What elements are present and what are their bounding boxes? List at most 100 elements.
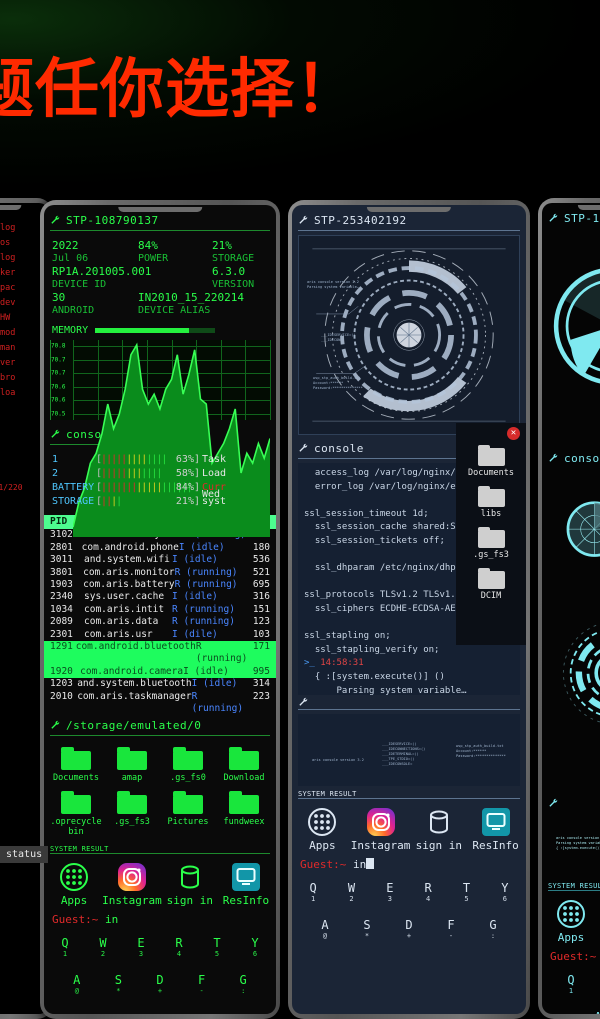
key-letter: Q	[294, 881, 332, 895]
folder-label: Documents	[458, 468, 524, 478]
folder-label: libs	[458, 509, 524, 519]
onscreen-keyboard[interactable]: Q1W2E3R4T5Y6 A@S*D+F-G:	[44, 928, 276, 1000]
cell-pri: 314	[249, 678, 270, 690]
file-folder-item[interactable]: Documents	[48, 742, 104, 786]
key-G[interactable]: G:	[472, 918, 514, 941]
table-row[interactable]: 2340sys.user.cacheI (idle)316	[44, 591, 276, 603]
cell-pri: 536	[244, 554, 270, 566]
terminal-prompt[interactable]: Guest:~ in	[44, 909, 276, 928]
key-Q[interactable]: Q1	[46, 936, 84, 959]
key-A[interactable]: A@	[56, 973, 98, 996]
overlay-folder-item[interactable]: DCIM	[456, 560, 526, 601]
keyboard-row-1[interactable]: Q1W2E3R4T5Y6	[294, 881, 524, 904]
table-row[interactable]: 1903com.aris.batteryR (running)695	[44, 579, 276, 591]
cell-package: sys.user.cache	[84, 591, 172, 603]
key-T[interactable]: T5	[198, 936, 236, 959]
file-overlay-panel[interactable]: ✕ Documents libs.gs_fs3DCIM	[456, 423, 526, 645]
table-row[interactable]: 2801com.android.phoneI (idle)180	[44, 542, 276, 554]
key-R[interactable]: R4	[409, 881, 447, 904]
table-row[interactable]: 1203and.system.bluetoothI (idle)314	[44, 678, 276, 690]
onscreen-keyboard[interactable]: Q1W2E3R4T5Y6 A@S*D+F-G:	[292, 873, 526, 945]
key-F[interactable]: F-	[430, 918, 472, 941]
key-A[interactable]: A@	[304, 918, 346, 941]
cell-pid: 2801	[50, 542, 82, 554]
keyboard-row-1[interactable]: Q1W2	[544, 973, 600, 996]
key-D[interactable]: D+	[139, 973, 181, 996]
overlay-folder-item[interactable]: libs	[456, 478, 526, 519]
key-E[interactable]: E3	[122, 936, 160, 959]
key-letter: R	[160, 936, 198, 950]
overlay-folder-item[interactable]: .gs_fs3	[456, 519, 526, 560]
dock-app-instagram[interactable]: Instagram	[102, 862, 162, 907]
key-S[interactable]: S*	[346, 918, 388, 941]
dock-app-apps[interactable]: Apps	[294, 807, 351, 852]
resource-bar-row: 1[|||||||||||||63%]Task	[52, 453, 270, 467]
key-Q[interactable]: Q1	[544, 973, 598, 996]
key-S[interactable]: S*	[98, 973, 140, 996]
file-folder-item[interactable]: .gs_fs0	[160, 742, 216, 786]
table-row[interactable]: 1920com.android.cameraI (idle)995	[44, 666, 276, 678]
file-folder-item[interactable]: Download	[216, 742, 272, 786]
table-row[interactable]: 2089com.aris.dataR (running)123	[44, 616, 276, 628]
key-D[interactable]: D+	[388, 918, 430, 941]
file-folder-item[interactable]: amap	[104, 742, 160, 786]
key-Y[interactable]: Y6	[486, 881, 524, 904]
system-result-label: SYSTEM RESULT	[44, 844, 276, 853]
key-letter: A	[304, 918, 346, 932]
file-folder-item[interactable]: .oprecyclebin	[48, 786, 104, 840]
keyboard-row-2[interactable]: A@	[544, 1010, 600, 1014]
dock-app-apps[interactable]: Apps	[46, 862, 102, 907]
file-folder-item[interactable]: Pictures	[160, 786, 216, 840]
dock-app-apps[interactable]: Apps	[544, 899, 598, 944]
device-date: Jul 06	[52, 252, 138, 265]
keyboard-row-1[interactable]: Q1W2E3R4T5Y6	[46, 936, 274, 959]
key-E[interactable]: E3	[371, 881, 409, 904]
dock-app-resinfo[interactable]: ResInfo	[467, 807, 524, 852]
key-sub: -	[430, 932, 472, 941]
terminal-prompt[interactable]: Guest:~ in	[292, 854, 526, 873]
key-A[interactable]: A@	[554, 1010, 600, 1014]
table-row[interactable]: 2010com.aris.taskmanagerR (running)223	[44, 691, 276, 716]
dock-app-sign-in[interactable]: sign in	[410, 807, 467, 852]
onscreen-keyboard[interactable]: Q1W2 A@	[542, 965, 600, 1014]
prompt-command: in	[353, 858, 366, 871]
table-row[interactable]: 1034com.aris.intitR (running)151	[44, 604, 276, 616]
overlay-folder-item[interactable]: Documents	[456, 437, 526, 478]
status-label[interactable]: status	[0, 846, 48, 863]
terminal-prompt[interactable]: Guest:~	[542, 946, 600, 965]
key-letter: E	[122, 936, 160, 950]
key-Q[interactable]: Q1	[294, 881, 332, 904]
wrench-icon	[50, 720, 61, 731]
folder-icon	[229, 747, 259, 770]
folder-label: .gs_fs3	[105, 817, 159, 827]
key-F[interactable]: F-	[181, 973, 223, 996]
table-row[interactable]: 3011and.system.wifiI (idle)536	[44, 554, 276, 566]
key-Y[interactable]: Y6	[236, 936, 274, 959]
cell-pri: 123	[244, 616, 270, 628]
file-folder-item[interactable]: .gs_fs3	[104, 786, 160, 840]
file-folder-item[interactable]: fundweex	[216, 786, 272, 840]
keyboard-row-2[interactable]: A@S*D+F-G:	[294, 918, 524, 941]
device-alias: IN2010_15_220214	[138, 291, 268, 304]
table-row[interactable]: 2301com.aris.usrI (dile)103	[44, 629, 276, 641]
keyboard-row-2[interactable]: A@S*D+F-G:	[46, 973, 274, 996]
device-title: STP-253402192	[314, 214, 407, 227]
dock-app-sign-in[interactable]: sign in	[162, 862, 218, 907]
bar-percent: 21%]	[176, 495, 200, 509]
footer-version-text: aris console version 3.2 Parsing system …	[556, 836, 600, 851]
key-R[interactable]: R4	[160, 936, 198, 959]
table-row[interactable]: 3801com.aris.monitorR (running)521	[44, 567, 276, 579]
key-W[interactable]: W2	[84, 936, 122, 959]
dock-app-instagram[interactable]: Instagram	[351, 807, 411, 852]
files-path: /storage/emulated/0	[66, 719, 201, 732]
key-T[interactable]: T5	[447, 881, 485, 904]
key-G[interactable]: G:	[222, 973, 264, 996]
cell-status: R (running)	[175, 567, 245, 579]
table-row[interactable]: 1291com.android.bluetoothR (running)171	[44, 641, 276, 666]
console-title: console	[564, 452, 600, 465]
app-dock: Appsco	[542, 895, 600, 946]
key-letter: T	[198, 936, 236, 950]
key-W[interactable]: W2	[332, 881, 370, 904]
close-icon[interactable]: ✕	[507, 427, 520, 440]
dock-app-resinfo[interactable]: ResInfo	[218, 862, 274, 907]
